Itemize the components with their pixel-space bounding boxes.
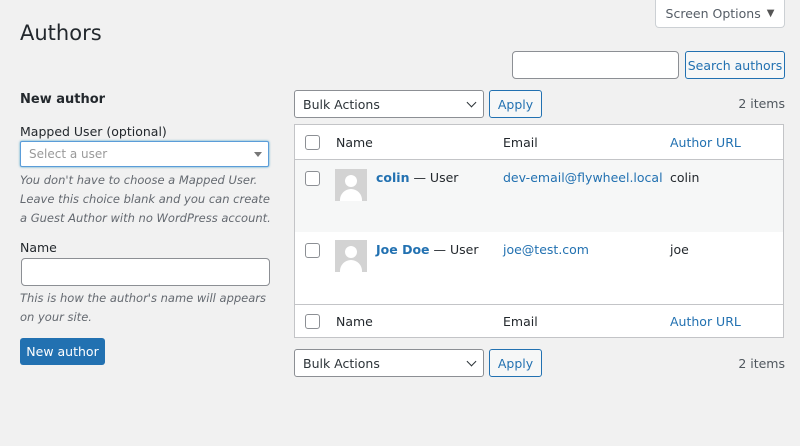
author-email-link[interactable]: dev-email@flywheel.local xyxy=(503,170,663,185)
footer-column-name[interactable]: Name xyxy=(336,314,373,329)
search-input[interactable] xyxy=(512,51,679,79)
apply-button-top[interactable]: Apply xyxy=(489,90,542,118)
apply-button-bottom[interactable]: Apply xyxy=(489,349,542,377)
items-count-top: 2 items xyxy=(738,96,785,111)
screen-options-button[interactable]: Screen Options ▼ xyxy=(655,0,785,28)
mapped-user-placeholder: Select a user xyxy=(29,147,108,161)
footer-column-email: Email xyxy=(503,314,538,329)
mapped-user-label: Mapped User (optional) xyxy=(20,124,167,139)
name-input[interactable] xyxy=(21,258,270,286)
select-all-checkbox[interactable] xyxy=(305,135,320,150)
author-url-cell: colin xyxy=(670,170,700,185)
triangle-down-icon: ▼ xyxy=(766,8,775,19)
chevron-down-icon xyxy=(466,97,477,108)
author-name-cell: colin — User xyxy=(376,170,458,185)
table-footer-row: Name Email Author URL xyxy=(295,304,783,337)
author-role: — User xyxy=(433,242,479,257)
bulk-actions-label: Bulk Actions xyxy=(303,96,380,112)
avatar-placeholder-icon xyxy=(335,169,367,201)
author-url-cell: joe xyxy=(670,242,689,257)
authors-table: Name Email Author URL colin — User dev-e… xyxy=(294,124,784,338)
mapped-user-select[interactable]: Select a user xyxy=(20,141,269,167)
avatar-placeholder-icon xyxy=(335,240,367,272)
name-description: This is how the author's name will appea… xyxy=(20,291,267,324)
page-title: Authors xyxy=(20,21,102,45)
table-row: colin — User dev-email@flywheel.local co… xyxy=(295,160,783,232)
screen-options-label: Screen Options xyxy=(665,6,761,21)
chevron-down-icon xyxy=(466,356,477,367)
mapped-user-description: You don't have to choose a Mapped User. … xyxy=(20,173,271,225)
table-row: Joe Doe — User joe@test.com joe xyxy=(295,232,783,304)
row-checkbox[interactable] xyxy=(305,243,320,258)
footer-column-author-url[interactable]: Author URL xyxy=(670,314,741,329)
author-name-link[interactable]: colin xyxy=(376,170,409,185)
bulk-actions-select-bottom[interactable]: Bulk Actions xyxy=(294,349,484,377)
author-role: — User xyxy=(413,170,459,185)
author-name-cell: Joe Doe — User xyxy=(376,242,478,257)
row-checkbox[interactable] xyxy=(305,171,320,186)
new-author-heading: New author xyxy=(20,92,106,107)
bulk-actions-select-top[interactable]: Bulk Actions xyxy=(294,90,484,118)
select-all-checkbox-footer[interactable] xyxy=(305,314,320,329)
search-authors-button[interactable]: Search authors xyxy=(685,51,785,79)
column-name[interactable]: Name xyxy=(336,135,373,150)
column-email: Email xyxy=(503,135,538,150)
name-label: Name xyxy=(20,240,57,255)
new-author-button[interactable]: New author xyxy=(20,338,105,365)
column-author-url[interactable]: Author URL xyxy=(670,135,741,150)
dropdown-caret-icon xyxy=(254,152,262,157)
author-email-link[interactable]: joe@test.com xyxy=(503,242,589,257)
items-count-bottom: 2 items xyxy=(738,356,785,371)
table-header-row: Name Email Author URL xyxy=(295,125,783,160)
author-name-link[interactable]: Joe Doe xyxy=(376,242,430,257)
bulk-actions-label: Bulk Actions xyxy=(303,355,380,371)
